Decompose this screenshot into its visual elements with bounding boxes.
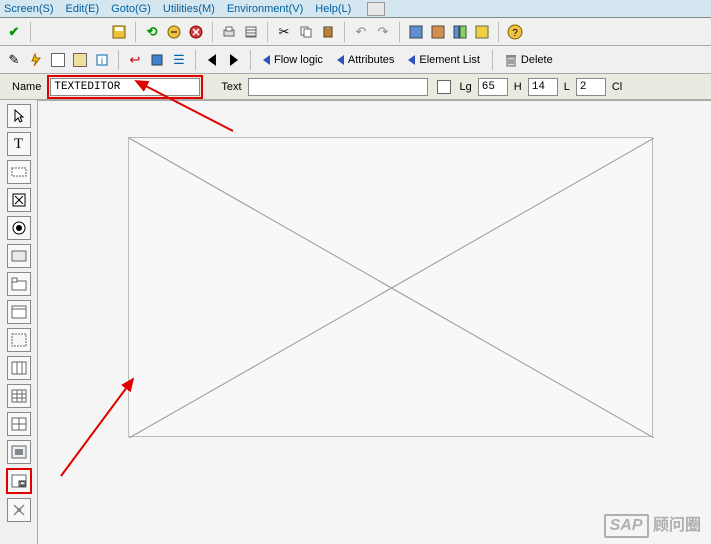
layout-canvas[interactable]: SAP 顾问圈	[38, 100, 711, 544]
menu-goto[interactable]: Goto(G)	[111, 3, 151, 15]
cancel-icon[interactable]	[186, 22, 206, 42]
text-picker-icon[interactable]	[434, 77, 454, 97]
delete-label: Delete	[521, 54, 553, 66]
annotation-arrow-2	[53, 371, 143, 481]
radio-tool[interactable]	[7, 216, 31, 240]
svg-text:C: C	[19, 482, 24, 488]
menu-help[interactable]: Help(L)	[315, 3, 351, 15]
flow-logic-label: Flow logic	[274, 54, 323, 66]
text-input[interactable]	[248, 78, 428, 96]
subscreen-tool[interactable]	[7, 328, 31, 352]
input-tool[interactable]	[7, 160, 31, 184]
menu-edit[interactable]: Edit(E)	[66, 3, 100, 15]
exit-icon[interactable]	[164, 22, 184, 42]
separator	[399, 22, 400, 42]
element-list-label: Element List	[419, 54, 480, 66]
tool-icon[interactable]	[70, 50, 90, 70]
content-area: T C SAP 顾问圈	[0, 100, 711, 544]
next-screen-icon[interactable]	[147, 50, 167, 70]
separator	[135, 22, 136, 42]
properties-row: Name Text Lg H L Cl	[0, 74, 711, 100]
arrow-left-icon	[408, 55, 415, 65]
button-tool[interactable]	[7, 244, 31, 268]
menu-placeholder-icon	[367, 2, 385, 16]
cl-label: Cl	[612, 81, 622, 93]
separator	[118, 50, 119, 70]
menu-screen[interactable]: Screen(S)	[4, 3, 54, 15]
menu-utilities[interactable]: Utilities(M)	[163, 3, 215, 15]
nav-next-icon[interactable]	[224, 50, 244, 70]
find-icon[interactable]	[241, 22, 261, 42]
h-label: H	[514, 81, 522, 93]
pointer-tool[interactable]	[7, 104, 31, 128]
lg-label: Lg	[460, 81, 472, 93]
separator	[344, 22, 345, 42]
activate-icon[interactable]	[26, 50, 46, 70]
separator	[250, 50, 251, 70]
arrow-left-icon	[263, 55, 270, 65]
side-toolbar: T C	[0, 100, 38, 544]
annotation-arrow-1	[128, 76, 238, 136]
layout-3-icon[interactable]	[450, 22, 470, 42]
watermark-cn: 顾问圈	[653, 517, 701, 534]
icon-tool[interactable]	[7, 440, 31, 464]
edit-icon[interactable]: ✎	[4, 50, 24, 70]
table-tool[interactable]	[7, 356, 31, 380]
separator	[195, 50, 196, 70]
separator	[212, 22, 213, 42]
cut-icon[interactable]: ✂	[274, 22, 294, 42]
menu-bar: Screen(S) Edit(E) Goto(G) Utilities(M) E…	[0, 0, 711, 18]
nav-prev-icon[interactable]	[202, 50, 222, 70]
trash-icon	[505, 53, 517, 67]
save-icon[interactable]	[109, 22, 129, 42]
custom-control-placeholder[interactable]	[128, 137, 653, 437]
back-icon[interactable]: ⟲	[142, 22, 162, 42]
lg-input[interactable]	[478, 78, 508, 96]
watermark: SAP 顾问圈	[604, 511, 701, 538]
l-label: L	[564, 81, 570, 93]
tabstrip-tool[interactable]	[7, 272, 31, 296]
check-icon[interactable]: ✔	[4, 22, 24, 42]
separator	[492, 50, 493, 70]
flow-logic-button[interactable]: Flow logic	[257, 52, 329, 68]
prev-screen-icon[interactable]: ↩	[125, 50, 145, 70]
copy-icon[interactable]	[296, 22, 316, 42]
redo-icon[interactable]: ↷	[373, 22, 393, 42]
element-list-button[interactable]: Element List	[402, 52, 486, 68]
text-tool[interactable]: T	[7, 132, 31, 156]
print-icon[interactable]	[219, 22, 239, 42]
main-toolbar: ✔ ⟲ ✂ ↶ ↷ ?	[0, 18, 711, 46]
step-tool[interactable]	[7, 412, 31, 436]
attributes-label: Attributes	[348, 54, 394, 66]
paste-icon[interactable]	[318, 22, 338, 42]
checkbox-tool[interactable]	[7, 188, 31, 212]
where-used-icon[interactable]: i	[92, 50, 112, 70]
layout-4-icon[interactable]	[472, 22, 492, 42]
watermark-sap: SAP	[604, 514, 649, 538]
separator	[498, 22, 499, 42]
test-icon[interactable]	[48, 50, 68, 70]
l-input[interactable]	[576, 78, 606, 96]
svg-text:?: ?	[512, 28, 518, 39]
separator	[30, 22, 31, 42]
name-label: Name	[12, 81, 41, 93]
undo-icon[interactable]: ↶	[351, 22, 371, 42]
secondary-toolbar: ✎ i ↩ ☰ Flow logic Attributes Element Li…	[0, 46, 711, 74]
h-input[interactable]	[528, 78, 558, 96]
help-icon[interactable]: ?	[505, 22, 525, 42]
layout-2-icon[interactable]	[428, 22, 448, 42]
custom-control-tool[interactable]: C	[6, 468, 32, 494]
status-tool[interactable]	[7, 498, 31, 522]
svg-text:i: i	[101, 56, 103, 66]
layout-1-icon[interactable]	[406, 22, 426, 42]
grid-tool[interactable]	[7, 384, 31, 408]
menu-environment[interactable]: Environment(V)	[227, 3, 303, 15]
box-tool[interactable]	[7, 300, 31, 324]
separator	[267, 22, 268, 42]
overview-icon[interactable]: ☰	[169, 50, 189, 70]
arrow-left-icon	[337, 55, 344, 65]
attributes-button[interactable]: Attributes	[331, 52, 400, 68]
delete-button[interactable]: Delete	[499, 51, 559, 69]
